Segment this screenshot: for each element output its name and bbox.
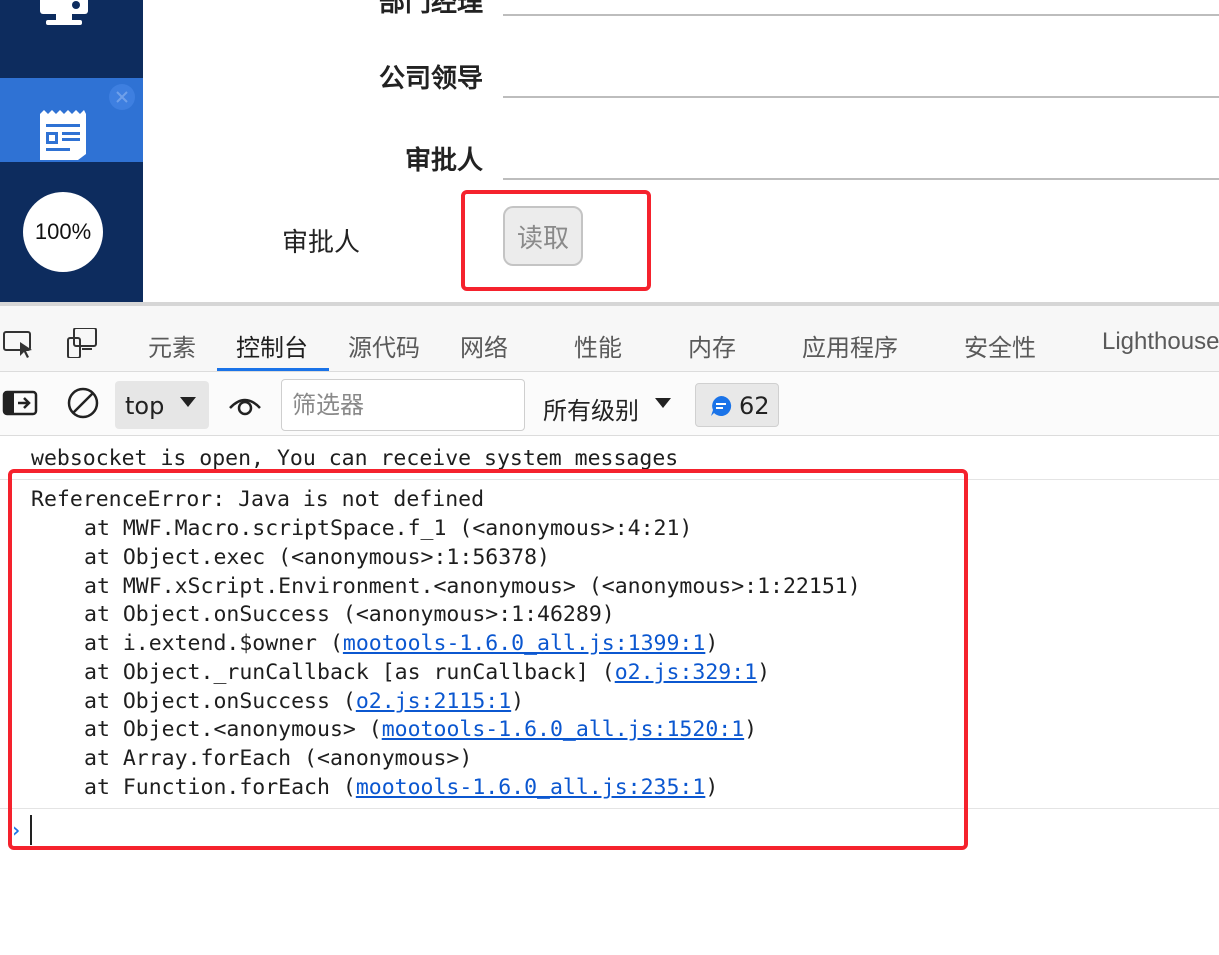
levels-caret-down-icon[interactable] — [653, 396, 673, 410]
context-selector-value: top — [125, 392, 165, 420]
form-label-approver: 审批人 — [404, 146, 483, 176]
device-toolbar-icon[interactable] — [64, 328, 98, 358]
message-bubble-icon — [711, 395, 732, 416]
app-area: 100% 部门经理 公司领导 审批人 审批人 读取 — [0, 0, 1219, 302]
filter-input[interactable] — [281, 379, 525, 431]
console-divider — [0, 808, 1219, 809]
form-label-company-leader: 公司领导 — [378, 64, 483, 94]
form-field-dept-manager[interactable] — [503, 14, 1219, 16]
stack-frame: at Function.forEach (mootools-1.6.0_all.… — [84, 775, 719, 800]
source-link[interactable]: mootools-1.6.0_all.js:235:1 — [356, 775, 706, 800]
zoom-level-badge[interactable]: 100% — [23, 192, 103, 272]
tab-performance[interactable]: 性能 — [574, 328, 622, 363]
read-button[interactable]: 读取 — [503, 206, 583, 266]
stack-frame: at Object._runCallback [as runCallback] … — [84, 660, 771, 685]
tab-application[interactable]: 应用程序 — [802, 328, 898, 363]
tab-security[interactable]: 安全性 — [964, 328, 1036, 363]
tab-network[interactable]: 网络 — [460, 328, 508, 363]
news-icon[interactable] — [36, 110, 90, 162]
monitor-icon[interactable] — [36, 0, 92, 26]
form-field-company-leader[interactable] — [503, 96, 1219, 98]
tab-memory[interactable]: 内存 — [688, 328, 736, 363]
message-count: 62 — [739, 392, 770, 420]
stack-frame: at Object.onSuccess (o2.js:2115:1) — [84, 689, 525, 714]
stack-frame: at Object.<anonymous> (mootools-1.6.0_al… — [84, 717, 758, 742]
tab-elements[interactable]: 元素 — [148, 328, 196, 363]
stack-frame: at Object.onSuccess (<anonymous>:1:46289… — [84, 602, 615, 627]
live-expression-eye-icon[interactable] — [227, 388, 263, 422]
stack-frame: at Array.forEach (<anonymous>) — [84, 746, 473, 771]
stack-frame: at i.extend.$owner (mootools-1.6.0_all.j… — [84, 631, 719, 656]
inspect-element-icon[interactable] — [2, 328, 36, 358]
devtools-panel: 元素 控制台 源代码 网络 性能 内存 应用程序 安全性 Lighthouse … — [0, 302, 1219, 955]
console-output: websocket is open, You can receive syste… — [0, 436, 1219, 955]
source-link[interactable]: o2.js:2115:1 — [356, 689, 511, 714]
devtools-tabbar: 元素 控制台 源代码 网络 性能 内存 应用程序 安全性 Lighthouse — [0, 306, 1219, 372]
sidebar: 100% — [0, 0, 143, 302]
console-error-title: ReferenceError: Java is not defined — [31, 487, 485, 512]
approval-form: 部门经理 公司领导 审批人 审批人 读取 — [143, 0, 1219, 302]
source-link[interactable]: o2.js:329:1 — [615, 660, 757, 685]
stack-frame: at MWF.Macro.scriptSpace.f_1 (<anonymous… — [84, 516, 693, 541]
console-divider — [0, 479, 1219, 480]
tab-sources[interactable]: 源代码 — [348, 328, 420, 363]
form-field-approver[interactable] — [503, 178, 1219, 180]
source-link[interactable]: mootools-1.6.0_all.js:1399:1 — [343, 631, 705, 656]
close-icon[interactable] — [109, 84, 135, 110]
console-toolbar: top 所有级别 62 — [0, 372, 1219, 436]
message-count-badge[interactable]: 62 — [695, 383, 779, 427]
clear-console-icon[interactable] — [65, 386, 101, 420]
approver-label: 审批人 — [282, 228, 361, 258]
form-label-dept-manager: 部门经理 — [378, 0, 483, 18]
caret-down-icon — [180, 397, 196, 407]
source-link[interactable]: mootools-1.6.0_all.js:1520:1 — [382, 717, 744, 742]
console-info-message: websocket is open, You can receive syste… — [31, 446, 679, 471]
log-levels-dropdown[interactable]: 所有级别 — [543, 391, 639, 426]
tab-console[interactable]: 控制台 — [236, 328, 308, 363]
stack-frame: at MWF.xScript.Environment.<anonymous> (… — [84, 574, 861, 599]
console-prompt-chevron-icon: › — [10, 818, 23, 842]
sidebar-toggle-icon[interactable] — [2, 386, 38, 420]
active-tab-indicator — [217, 368, 329, 371]
tab-lighthouse[interactable]: Lighthouse — [1102, 328, 1219, 356]
console-input[interactable] — [30, 815, 32, 845]
context-selector[interactable]: top — [115, 381, 209, 429]
stack-frame: at Object.exec (<anonymous>:1:56378) — [84, 545, 550, 570]
